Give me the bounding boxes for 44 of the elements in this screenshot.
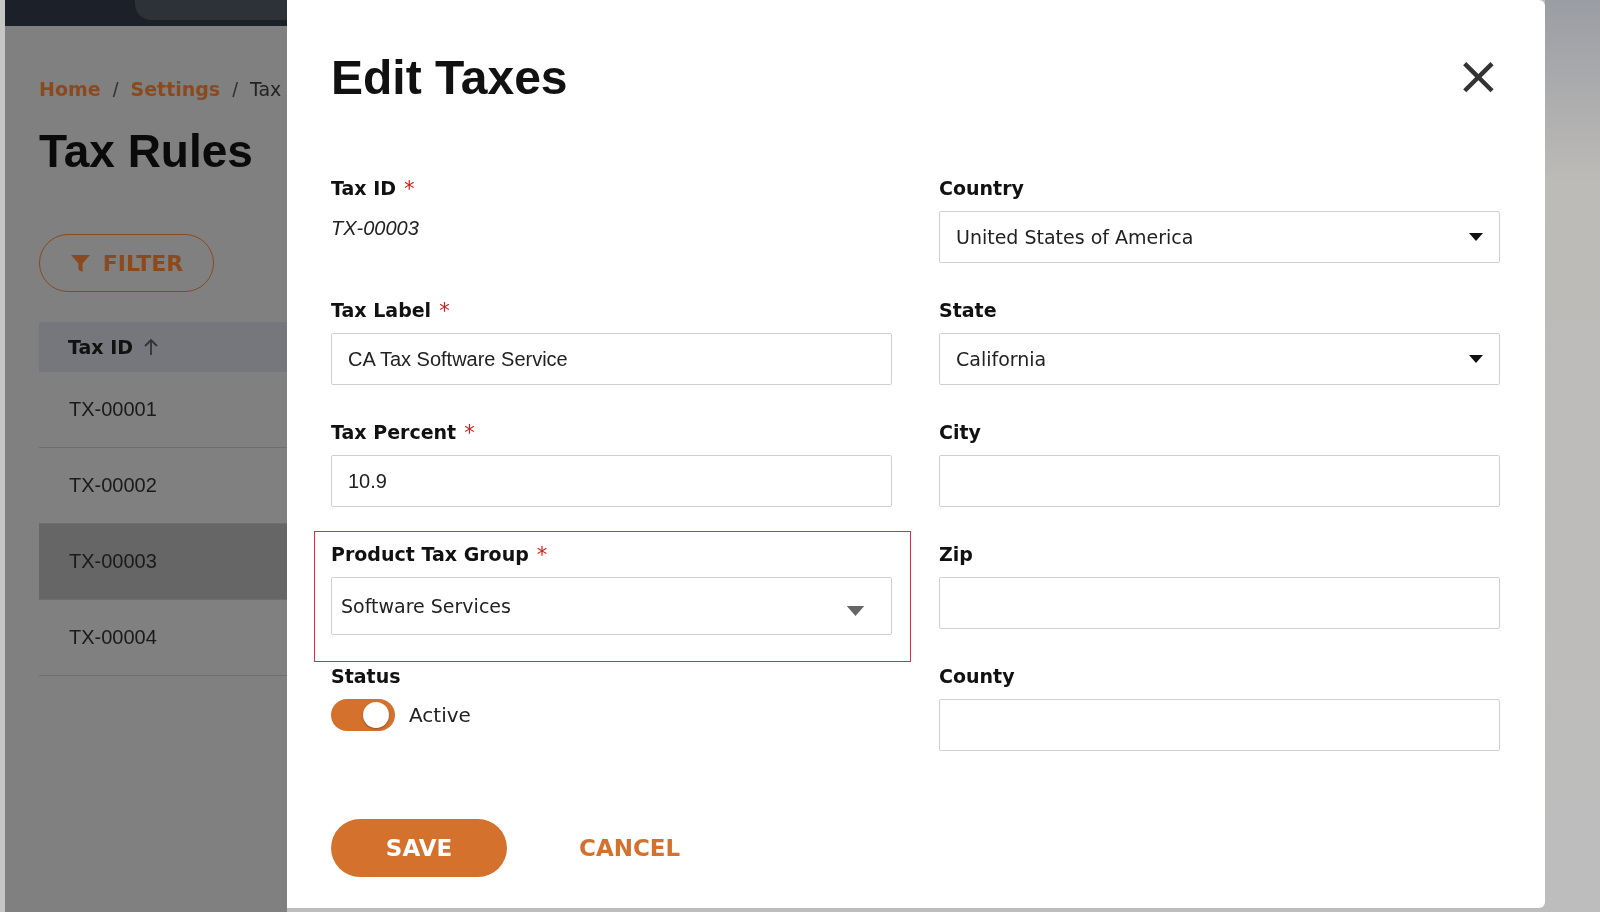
filter-icon [69,252,91,274]
table-cell: TX-00002 [69,474,157,497]
field-label: Product Tax Group [331,543,529,565]
field-label: Tax ID [331,177,397,199]
table-cell: TX-00004 [69,626,157,649]
dialog-title: Edit Taxes [331,50,568,105]
table-cell: TX-00003 [69,550,157,573]
table-cell: TX-00001 [69,398,157,421]
breadcrumb-separator: / [232,78,238,102]
field-label: State [939,299,997,321]
select-field[interactable]: United States of America [939,211,1500,263]
required-mark: * [404,177,415,199]
input-field[interactable] [939,455,1500,507]
required-mark: * [439,299,450,321]
breadcrumb-item: Tax [250,78,282,102]
caret-icon [1469,233,1483,241]
breadcrumb-separator: / [112,78,119,102]
field-label: County [939,665,1015,687]
field-label: Zip [939,543,973,565]
caret-icon [1469,355,1483,363]
toggle-label: Active [409,703,471,727]
select-field[interactable]: California [939,333,1500,385]
input-field[interactable]: CA Tax Software Service [331,333,892,385]
sort-arrow-icon[interactable] [143,338,160,356]
select-field[interactable]: Software Services [331,577,892,635]
input-field[interactable]: 10.9 [331,455,892,507]
table-row[interactable]: TX-00003 [39,524,287,600]
field-value: TX-00003 [331,216,420,240]
field-label: Tax Percent [331,421,457,443]
field-label: Status [331,665,401,687]
input-field[interactable] [939,699,1500,751]
field-label: Tax Label [331,299,432,321]
cancel-button[interactable]: CANCEL [579,835,681,861]
required-mark: * [464,421,475,443]
page-title: Tax Rules [39,124,254,178]
input-field[interactable] [939,577,1500,629]
field-label: City [939,421,981,443]
field-label: Country [939,177,1024,199]
toggle-switch[interactable] [331,699,395,731]
required-mark: * [536,543,548,565]
save-button[interactable]: SAVE [331,819,507,877]
column-header[interactable]: Tax ID [68,336,134,358]
caret-icon [846,606,865,616]
close-button[interactable]: × [1455,54,1501,98]
